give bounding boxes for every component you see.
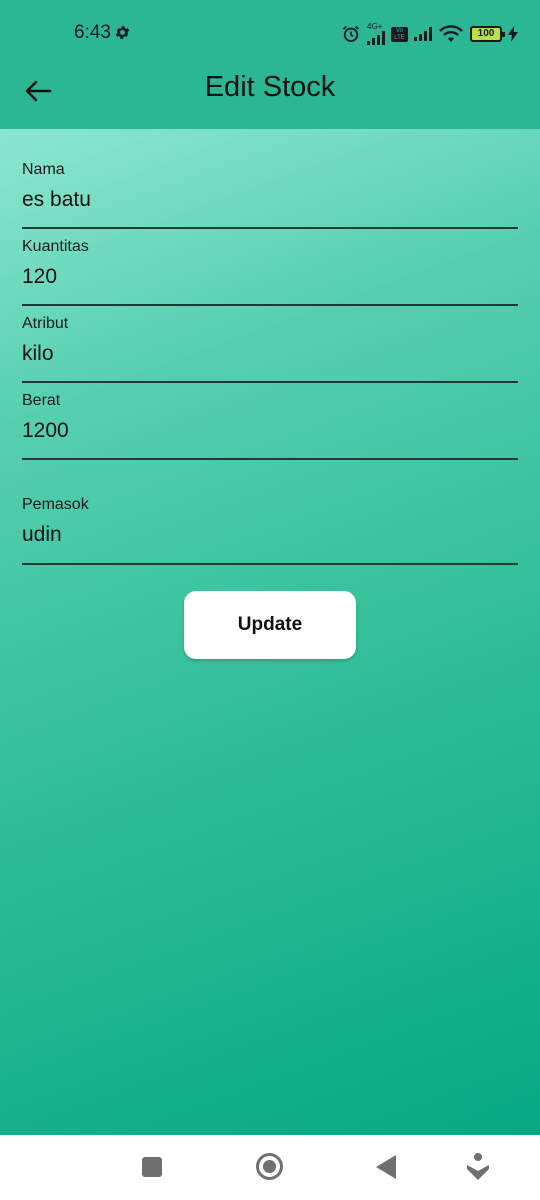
pemasok-field[interactable]: Pemasok udin	[22, 479, 518, 565]
wifi-icon	[439, 25, 463, 42]
nama-label: Nama	[22, 161, 65, 178]
nama-field[interactable]: Nama es batu	[22, 149, 518, 229]
network-type-label: 4G+	[367, 22, 383, 31]
berat-input[interactable]: 1200	[22, 419, 69, 443]
signal-strength-2-icon	[414, 27, 432, 41]
page-title: Edit Stock	[204, 71, 336, 103]
berat-field[interactable]: Berat 1200	[22, 383, 518, 460]
status-icons: 4G+ Vo LTE 100	[341, 22, 518, 46]
assistant-icon[interactable]	[465, 1152, 491, 1182]
status-bar: 6:43 4G+ Vo LTE 100	[0, 0, 540, 68]
recent-apps-icon[interactable]	[142, 1157, 162, 1177]
home-icon[interactable]	[256, 1153, 283, 1180]
battery-icon: 100	[470, 26, 505, 42]
settings-gear-icon	[115, 26, 130, 39]
nav-back-icon[interactable]	[376, 1155, 396, 1179]
kuantitas-input[interactable]: 120	[22, 265, 57, 289]
pemasok-label: Pemasok	[22, 496, 89, 513]
kuantitas-field[interactable]: Kuantitas 120	[22, 229, 518, 306]
update-button[interactable]: Update	[184, 591, 356, 659]
volte-icon: Vo LTE	[391, 26, 408, 42]
kuantitas-label: Kuantitas	[22, 238, 89, 255]
berat-label: Berat	[22, 392, 61, 409]
signal-strength-1-icon	[367, 31, 385, 45]
nama-input[interactable]: es batu	[22, 188, 91, 212]
alarm-icon	[342, 25, 360, 42]
atribut-input[interactable]: kilo	[22, 342, 54, 366]
system-nav-bar	[0, 1135, 540, 1200]
app-bar: 6:43 4G+ Vo LTE 100 Edit Stock	[0, 0, 540, 129]
charging-bolt-icon	[508, 26, 518, 42]
atribut-label: Atribut	[22, 315, 69, 332]
status-time: 6:43	[74, 22, 111, 43]
pemasok-input[interactable]: udin	[22, 523, 62, 547]
atribut-field[interactable]: Atribut kilo	[22, 306, 518, 383]
